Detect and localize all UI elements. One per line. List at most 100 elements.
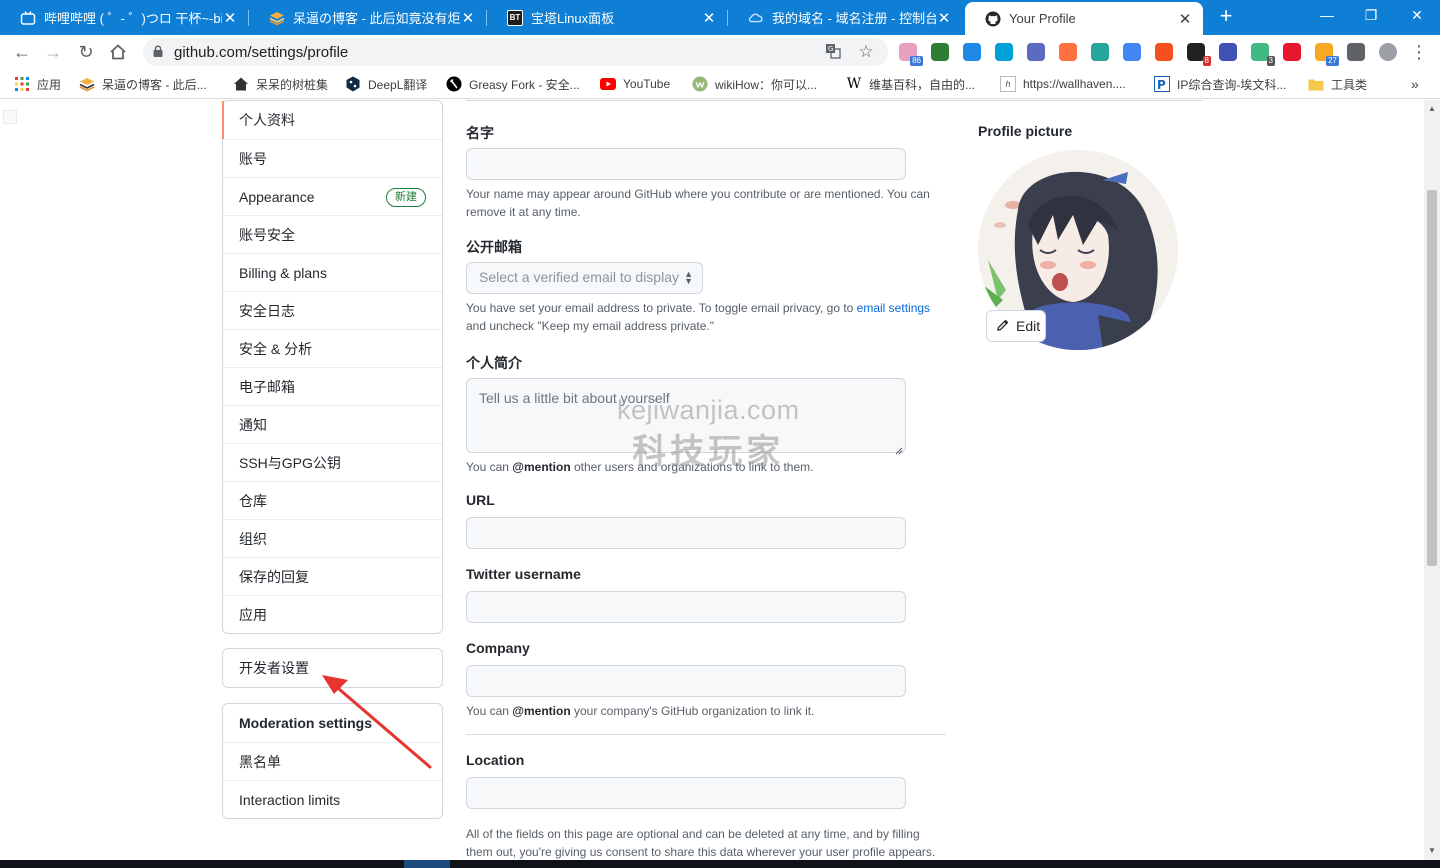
browser-tab-your-profile[interactable]: Your Profile ✕ [965,2,1203,35]
bio-help-text: You can @mention other users and organiz… [466,458,813,476]
sidebar-item-5[interactable]: 安全日志 [223,291,442,329]
lock-icon[interactable] [153,45,163,57]
bookmark-stumps[interactable]: 呆呆的树桩集 [233,75,328,93]
ext-tv-icon[interactable] [995,43,1013,61]
extension-badge: 86 [910,56,923,66]
sidebar-item-3[interactable]: 账号安全 [223,215,442,253]
ext-link-icon[interactable] [1219,43,1237,61]
close-icon[interactable]: ✕ [460,9,476,27]
address-bar[interactable]: github.com/settings/profile G ☆ [143,38,888,66]
sidebar-item-2[interactable]: Appearance 新建 [223,177,442,215]
sidebar-item-blocked-users[interactable]: 黑名单 [223,742,442,780]
page-scrollbar[interactable]: ▲ ▼ [1424,100,1440,860]
browser-tab-bt-panel[interactable]: BT 宝塔Linux面板 ✕ [487,0,727,35]
close-icon[interactable]: ✕ [936,9,952,27]
edit-avatar-button[interactable]: Edit [986,310,1046,342]
sidebar-item-12[interactable]: 保存的回复 [223,557,442,595]
minimize-icon[interactable]: — [1304,0,1350,32]
sidebar-item-8[interactable]: 通知 [223,405,442,443]
bookmark-blog[interactable]: 呆逼の博客 - 此后... [79,75,207,93]
restore-icon[interactable]: ❐ [1348,0,1394,32]
sidebar-item-13[interactable]: 应用 [223,595,442,633]
sidebar-item-label: SSH与GPG公钥 [239,454,341,471]
ext-vue-icon[interactable]: 3 [1251,43,1275,66]
bookmarks-overflow-icon[interactable]: » [1411,75,1419,93]
new-tab-icon[interactable]: + [1212,5,1240,29]
sidebar-item-4[interactable]: Billing & plans [223,253,442,291]
location-input[interactable] [466,777,906,809]
ext-firefox-icon[interactable] [1059,43,1077,61]
company-input[interactable] [466,665,906,697]
ext-infinity-icon[interactable] [1155,43,1173,61]
forward-icon[interactable]: → [40,39,66,65]
translate-icon[interactable]: G [824,43,842,61]
sidebar-item-interaction-limits[interactable]: Interaction limits [223,780,442,818]
bookmark-folder-tools[interactable]: 工具类 [1308,75,1367,93]
taskbar-active-app[interactable] [404,860,450,868]
sidebar-item-11[interactable]: 组织 [223,519,442,557]
bookmark-youtube[interactable]: YouTube [600,75,670,93]
home-icon[interactable] [105,39,131,65]
ext-s-green-icon[interactable] [1091,43,1109,61]
twitter-input[interactable] [466,591,906,623]
sidebar-item-label: 电子邮箱 [239,378,295,395]
reload-icon[interactable]: ↻ [73,39,99,65]
ext-s-icon[interactable] [1027,43,1045,61]
url-input[interactable] [466,517,906,549]
scroll-down-icon[interactable]: ▼ [1427,846,1437,856]
bookmark-label: 工具类 [1331,77,1368,92]
sidebar-item-label: 开发者设置 [239,660,309,676]
public-email-select[interactable]: Select a verified email to display ▲ ▼ [466,262,703,294]
sidebar-item-9[interactable]: SSH与GPG公钥 [223,443,442,481]
ext-bilibili-icon[interactable]: 86 [899,43,923,66]
ext-puzzle-icon[interactable] [1347,43,1365,61]
company-help-post: your company's GitHub organization to li… [574,704,815,718]
bookmark-label: 维基百科，自由的... [869,77,976,92]
ext-tampermonkey-icon[interactable]: 8 [1187,43,1211,66]
browser-tab-blog[interactable]: 呆逼の博客 - 此后如竟没有炬火, ✕ [249,0,486,35]
ext-calendar-icon[interactable]: 27 [1315,43,1339,66]
sidebar-item-label: Interaction limits [239,791,341,808]
home-icon [233,76,249,92]
tab-title: 呆逼の博客 - 此后如竟没有炬火, [293,11,460,26]
back-icon[interactable]: ← [9,39,35,65]
window-close-icon[interactable]: ✕ [1394,0,1440,32]
bookmark-greasyfork[interactable]: Greasy Fork - 安全... [446,75,580,93]
ext-profile-icon[interactable] [1379,43,1397,61]
page-corner-icon [3,110,17,124]
bookmark-deepl[interactable]: DeepL翻译 [345,75,427,93]
sidebar-item-7[interactable]: 电子邮箱 [223,367,442,405]
ext-weibo-icon[interactable] [1283,43,1301,61]
resize-grip-icon[interactable] [895,442,903,455]
browser-tab-domain[interactable]: 我的域名 - 域名注册 - 控制台 ✕ [728,0,962,35]
deepl-icon [345,76,361,92]
close-icon[interactable]: ✕ [222,9,238,27]
ext-translate-icon[interactable] [1123,43,1141,61]
bookmark-wikipedia[interactable]: W 维基百科，自由的... [846,75,975,93]
sidebar-item-1[interactable]: 账号 [223,139,442,177]
browser-tab-bilibili[interactable]: 哔哩哔哩 ( ゜- ゜)つロ 干杯~-bili ✕ [0,0,248,35]
bookmark-ip-lookup[interactable]: P IP综合查询-埃文科... [1154,75,1286,93]
close-icon[interactable]: ✕ [701,9,717,27]
optional-fields-note: All of the fields on this page are optio… [466,827,936,859]
sidebar-item-0[interactable]: 个人资料 [222,101,442,139]
close-icon[interactable]: ✕ [1177,10,1193,28]
bookmark-star-icon[interactable]: ☆ [857,43,875,61]
scroll-up-icon[interactable]: ▲ [1427,104,1437,114]
extension-badge: 3 [1266,56,1275,66]
more-menu-icon[interactable]: ⋮ [1410,41,1428,63]
bio-textarea[interactable]: Tell us a little bit about yourself [466,378,906,455]
sidebar-item-developer-settings[interactable]: 开发者设置 [223,649,442,687]
ext-globe-icon[interactable] [931,43,949,61]
edit-avatar-label: Edit [1016,318,1041,334]
name-input[interactable] [466,148,906,180]
sidebar-item-10[interactable]: 仓库 [223,481,442,519]
bookmark-apps[interactable]: 应用 [14,75,61,93]
profile-picture-label: Profile picture [978,123,1073,139]
scrollbar-thumb[interactable] [1427,190,1437,566]
sidebar-item-6[interactable]: 安全 & 分析 [223,329,442,367]
email-settings-link[interactable]: email settings [857,301,930,315]
bookmark-wikihow[interactable]: wikiHow：你可以... [692,75,817,93]
bookmark-wallhaven[interactable]: h https://wallhaven.... [1000,75,1126,93]
ext-screen-icon[interactable] [963,43,981,61]
